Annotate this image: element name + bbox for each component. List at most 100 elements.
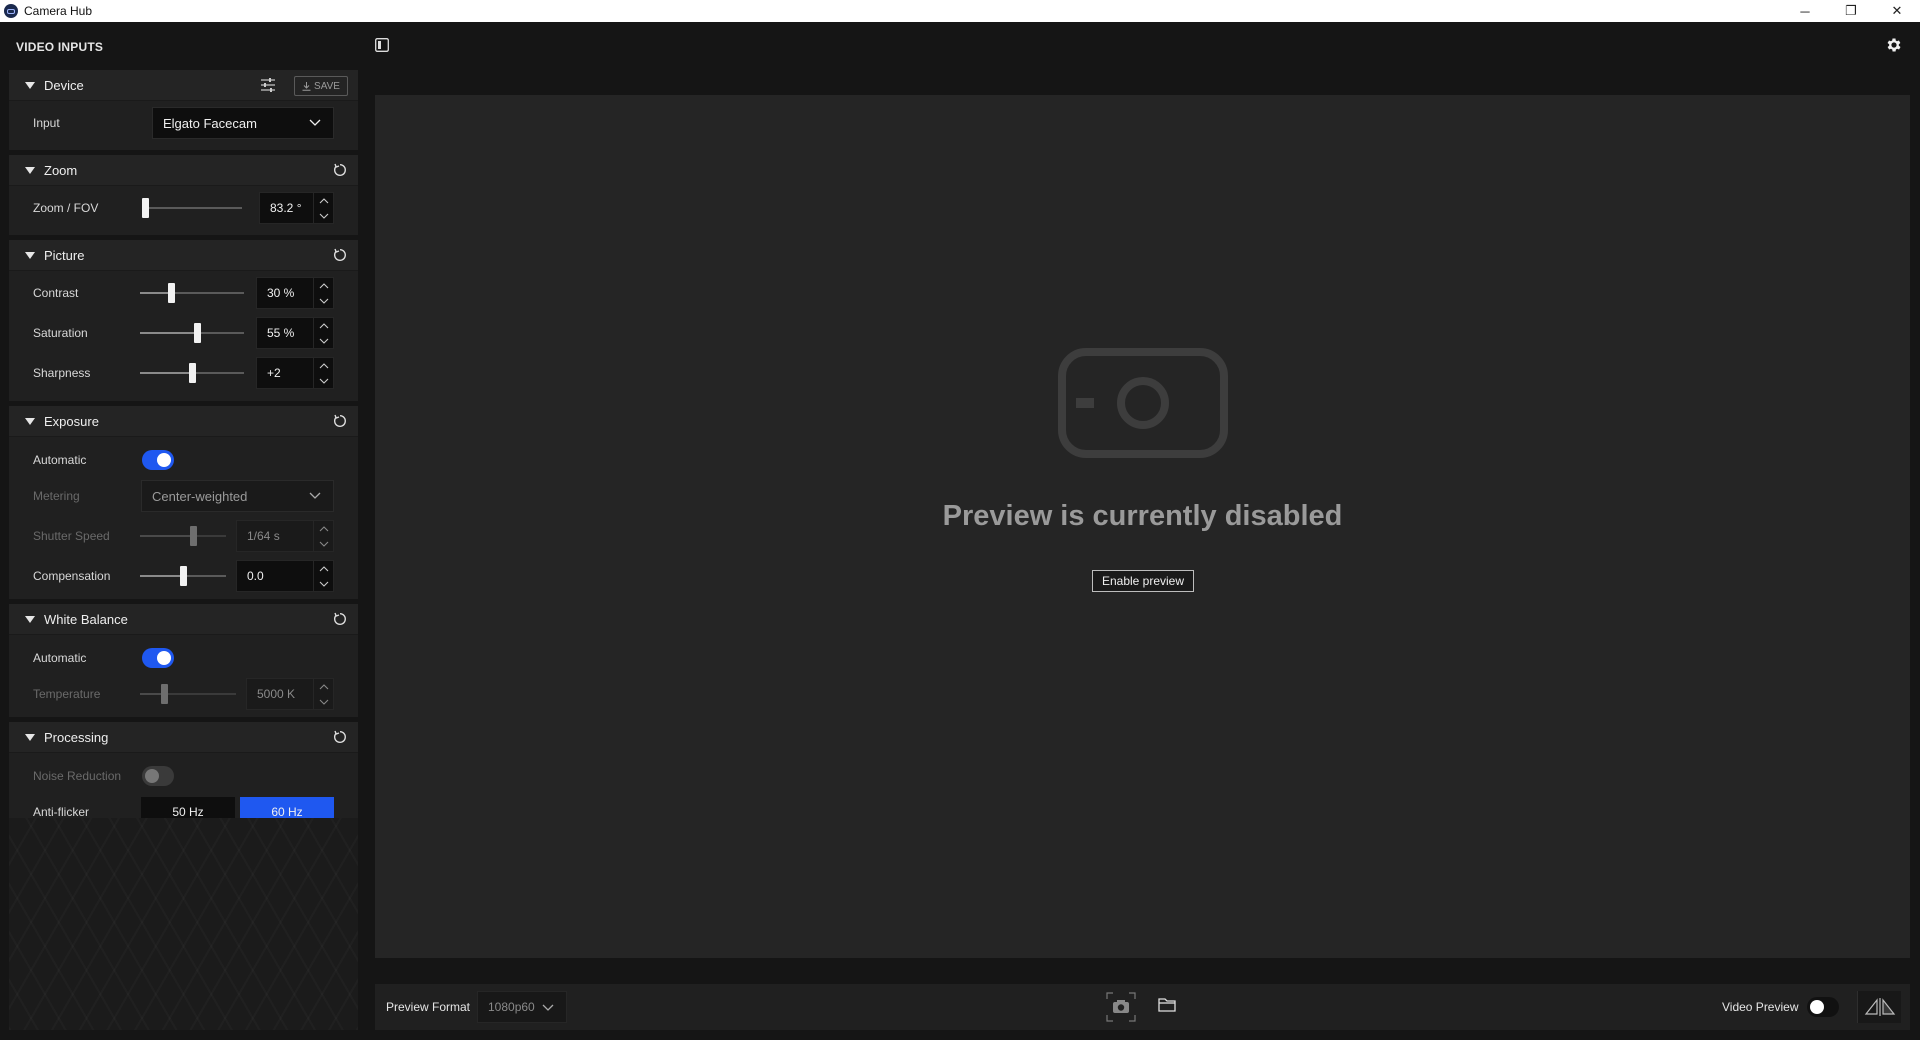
temperature-value: 5000 K [257,687,296,701]
white-balance-panel-title: White Balance [44,611,128,627]
exposure-automatic-toggle[interactable] [142,450,174,470]
increment-chevron-up-icon[interactable] [314,318,333,333]
shutter-speed-slider[interactable] [140,526,226,546]
decrement-chevron-down-icon[interactable] [314,373,333,388]
metering-value: Center-weighted [152,488,248,504]
wb-automatic-toggle[interactable] [142,648,174,668]
sidebar-background-pattern [9,818,358,1030]
white-balance-panel-header[interactable]: White Balance [9,604,358,635]
increment-chevron-up-icon[interactable] [314,561,333,576]
decrement-chevron-down-icon[interactable] [314,293,333,308]
picture-panel-title: Picture [44,247,85,263]
noise-reduction-toggle[interactable] [142,766,174,786]
processing-panel-header[interactable]: Processing [9,722,358,753]
slider-thumb[interactable] [194,323,202,343]
sharpness-value: +2 [267,366,281,380]
gear-icon[interactable] [1885,36,1903,54]
mirror-flip-icon [1864,998,1895,1016]
save-button[interactable]: SAVE [294,76,348,96]
save-button-label: SAVE [314,80,340,92]
saturation-value-stepper[interactable]: 55 % [256,317,334,349]
collapse-caret-icon [25,251,35,259]
slider-thumb[interactable] [161,684,168,704]
saturation-slider[interactable] [140,323,244,343]
sharpness-label: Sharpness [33,366,91,380]
preview-format-dropdown[interactable]: 1080p60 [477,991,567,1023]
processing-panel-title: Processing [44,729,109,745]
sidebar-toggle-icon[interactable] [375,38,389,52]
close-button[interactable]: ✕ [1874,0,1920,22]
slider-thumb[interactable] [190,526,198,546]
zoom-slider[interactable] [142,198,242,218]
reset-icon[interactable] [333,612,347,626]
zoom-panel-title: Zoom [44,162,78,178]
picture-panel-header[interactable]: Picture [9,240,358,271]
device-panel: Device SAVE Input Elgato Facecam [9,70,358,150]
download-icon [302,81,311,91]
contrast-value-stepper[interactable]: 30 % [256,277,334,309]
exposure-panel-title: Exposure [44,413,99,429]
preview-disabled-message: Preview is currently disabled [942,500,1343,532]
temperature-slider[interactable] [140,684,236,704]
metering-dropdown[interactable]: Center-weighted [141,480,334,512]
compensation-stepper[interactable]: 0.0 [236,560,334,592]
folder-icon[interactable] [1158,997,1176,1013]
increment-chevron-up-icon[interactable] [314,358,333,373]
slider-thumb[interactable] [142,198,149,218]
temperature-stepper[interactable]: 5000 K [246,678,334,710]
slider-thumb[interactable] [168,283,176,303]
contrast-label: Contrast [33,286,79,300]
exposure-panel-header[interactable]: Exposure [9,406,358,437]
input-dropdown-value: Elgato Facecam [163,115,257,131]
reset-icon[interactable] [333,730,347,744]
decrement-chevron-down-icon[interactable] [314,536,333,551]
restore-button[interactable]: ❐ [1828,0,1874,22]
temperature-label: Temperature [33,687,101,701]
minimize-button[interactable]: ─ [1782,0,1828,22]
contrast-slider[interactable] [140,283,244,303]
wb-automatic-label: Automatic [33,651,87,665]
shutter-speed-stepper[interactable]: 1/64 s [236,520,334,552]
reset-icon[interactable] [333,163,347,177]
sliders-icon[interactable] [260,78,276,92]
reset-icon[interactable] [333,248,347,262]
sharpness-value-stepper[interactable]: +2 [256,357,334,389]
input-label: Input [33,116,60,130]
decrement-chevron-down-icon[interactable] [314,694,333,709]
bottom-bar: Preview Format 1080p60 Video Preview [375,984,1910,1030]
zoom-value-stepper[interactable]: 83.2 ° [259,192,334,224]
compensation-slider[interactable] [140,566,226,586]
reset-icon[interactable] [333,414,347,428]
slider-thumb[interactable] [180,566,187,586]
camera-disabled-icon [1058,348,1228,458]
shutter-speed-label: Shutter Speed [33,529,110,543]
increment-chevron-up-icon[interactable] [314,521,333,536]
exposure-automatic-label: Automatic [33,453,87,467]
noise-reduction-label: Noise Reduction [33,769,122,783]
increment-chevron-up-icon[interactable] [314,679,333,694]
saturation-label: Saturation [33,326,88,340]
main-header [366,22,1920,94]
increment-chevron-up-icon[interactable] [314,193,333,208]
mirror-button[interactable] [1857,991,1901,1023]
collapse-caret-icon [25,417,35,425]
video-preview-toggle[interactable] [1807,997,1839,1017]
decrement-chevron-down-icon[interactable] [314,576,333,591]
input-dropdown[interactable]: Elgato Facecam [152,107,334,139]
collapse-caret-icon [25,615,35,623]
sharpness-slider[interactable] [140,363,244,383]
zoom-panel-header[interactable]: Zoom [9,155,358,186]
increment-chevron-up-icon[interactable] [314,278,333,293]
picture-panel: Picture Contrast 30 % Saturation 55 % Sh… [9,240,358,401]
enable-preview-button[interactable]: Enable preview [1092,570,1194,592]
shutter-speed-value: 1/64 s [247,529,280,543]
slider-thumb[interactable] [189,363,196,383]
metering-label: Metering [33,489,80,503]
decrement-chevron-down-icon[interactable] [314,333,333,348]
snapshot-camera-icon[interactable] [1106,992,1136,1022]
preview-format-label: Preview Format [386,1000,471,1014]
zoom-fov-label: Zoom / FOV [33,201,99,215]
device-panel-header[interactable]: Device SAVE [9,70,358,101]
exposure-panel: Exposure Automatic Metering Center-weigh… [9,406,358,599]
decrement-chevron-down-icon[interactable] [314,208,333,223]
